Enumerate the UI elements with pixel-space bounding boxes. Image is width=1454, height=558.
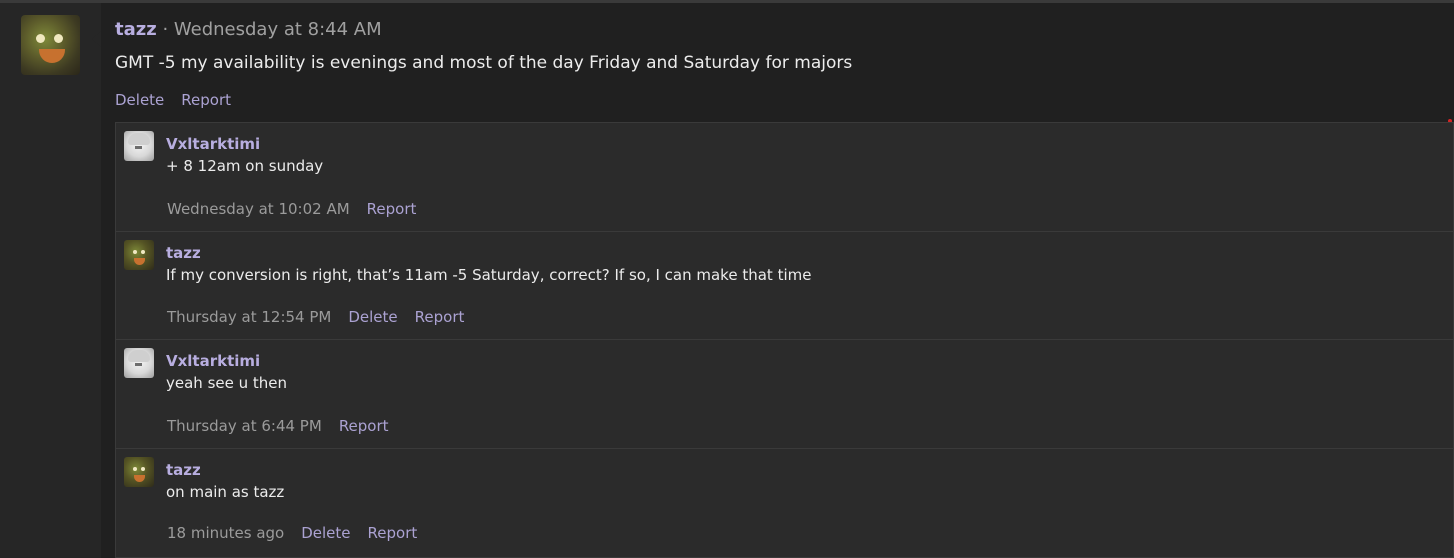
avatar-mouth: [39, 49, 65, 63]
reply-time[interactable]: Thursday at 6:44 PM: [167, 417, 322, 435]
reply-report-link[interactable]: Report: [367, 200, 417, 218]
post-author[interactable]: tazz: [115, 19, 157, 40]
avatar-mouth: [134, 258, 145, 265]
avatar-hair: [128, 350, 150, 362]
reply-meta: Thursday at 12:54 PM Delete Report: [167, 308, 481, 326]
reply-author[interactable]: tazz: [166, 244, 201, 262]
avatar[interactable]: [124, 131, 154, 161]
post-report-link[interactable]: Report: [181, 91, 231, 109]
reply-text: on main as tazz: [166, 483, 285, 501]
avatar[interactable]: [124, 457, 154, 487]
reply-text: If my conversion is right, that’s 11am -…: [166, 266, 812, 284]
post-separator: ·: [156, 19, 174, 40]
avatar[interactable]: [21, 15, 80, 75]
reply-author[interactable]: Vxltarktimi: [166, 352, 260, 370]
avatar[interactable]: [124, 348, 154, 378]
reply-report-link[interactable]: Report: [339, 417, 389, 435]
avatar-eye: [36, 34, 45, 43]
reply-meta: Thursday at 6:44 PM Report: [167, 417, 406, 435]
reply-item: Vxltarktimi yeah see u then Thursday at …: [116, 340, 1454, 449]
avatar-eye: [133, 250, 137, 254]
avatar-eyes: [135, 146, 142, 149]
reply-report-link[interactable]: Report: [415, 308, 465, 326]
reply-meta: 18 minutes ago Delete Report: [167, 524, 434, 542]
post-header: tazz · Wednesday at 8:44 AM: [115, 19, 382, 40]
avatar-eye: [141, 250, 145, 254]
reply-time[interactable]: Thursday at 12:54 PM: [167, 308, 331, 326]
reply-delete-link[interactable]: Delete: [348, 308, 397, 326]
reply-meta: Wednesday at 10:02 AM Report: [167, 200, 433, 218]
post-time[interactable]: Wednesday at 8:44 AM: [174, 19, 382, 40]
reply-list: Vxltarktimi + 8 12am on sunday Wednesday…: [115, 122, 1454, 558]
reply-item: Vxltarktimi + 8 12am on sunday Wednesday…: [116, 123, 1454, 232]
reply-time[interactable]: Wednesday at 10:02 AM: [167, 200, 350, 218]
reply-item: tazz If my conversion is right, that’s 1…: [116, 232, 1454, 340]
avatar-hair: [128, 133, 150, 145]
reply-author[interactable]: tazz: [166, 461, 201, 479]
avatar-eye: [141, 467, 145, 471]
avatar-eye: [133, 467, 137, 471]
post-body: GMT -5 my availability is evenings and m…: [115, 53, 853, 73]
post-pointer: [92, 31, 101, 47]
reply-time[interactable]: 18 minutes ago: [167, 524, 284, 542]
reply-text: yeah see u then: [166, 374, 288, 392]
avatar-eye: [54, 34, 63, 43]
reply-delete-link[interactable]: Delete: [301, 524, 350, 542]
reply-text: + 8 12am on sunday: [166, 157, 324, 175]
post-actions: Delete Report: [115, 91, 248, 109]
reply-item: tazz on main as tazz 18 minutes ago Delet…: [116, 449, 1454, 557]
avatar-mouth: [134, 475, 145, 482]
post-delete-link[interactable]: Delete: [115, 91, 164, 109]
reply-report-link[interactable]: Report: [368, 524, 418, 542]
reply-author[interactable]: Vxltarktimi: [166, 135, 260, 153]
avatar-eyes: [135, 363, 142, 366]
post-avatar-column: [0, 3, 101, 558]
avatar[interactable]: [124, 240, 154, 270]
